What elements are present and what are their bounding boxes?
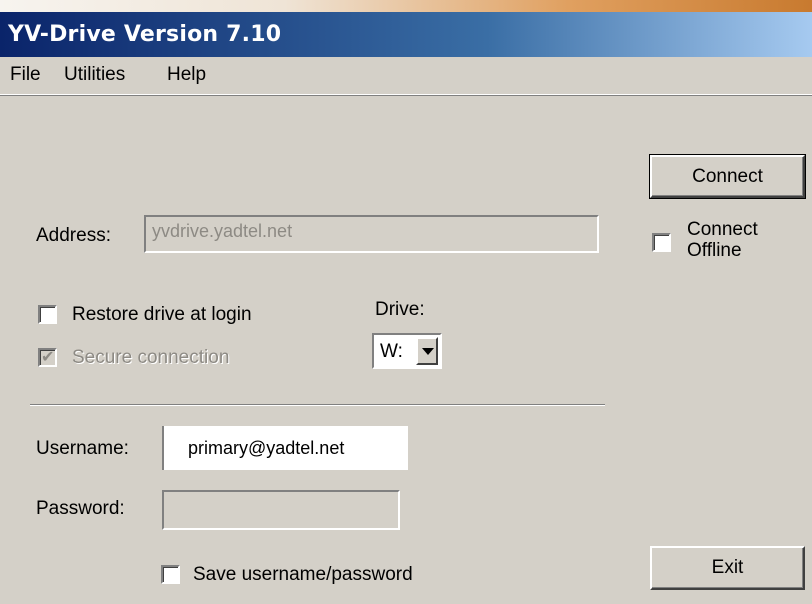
- secure-connection-label: Secure connection: [72, 347, 230, 368]
- username-field[interactable]: primary@yadtel.net: [162, 426, 408, 470]
- address-field[interactable]: yvdrive.yadtel.net: [144, 215, 599, 253]
- password-label: Password:: [36, 498, 125, 519]
- restore-drive-label: Restore drive at login: [72, 304, 252, 325]
- window-top-strip: [0, 0, 812, 12]
- exit-button[interactable]: Exit: [650, 546, 805, 590]
- save-credentials-checkbox[interactable]: [161, 565, 180, 584]
- menu-file[interactable]: File: [10, 64, 41, 86]
- save-credentials-label: Save username/password: [193, 564, 413, 585]
- drive-label: Drive:: [375, 299, 425, 320]
- secure-connection-checkbox[interactable]: ✔: [38, 347, 57, 367]
- menu-help[interactable]: Help: [167, 64, 206, 86]
- section-divider: [30, 404, 605, 406]
- drive-select[interactable]: W:: [372, 333, 442, 369]
- drive-dropdown-button[interactable]: [416, 337, 438, 365]
- chevron-down-icon: [422, 348, 434, 355]
- menu-bar: File Utilities Help: [0, 57, 812, 96]
- connect-offline-label-line1: Connect: [687, 219, 758, 240]
- password-field[interactable]: [162, 490, 400, 530]
- menu-separator: [0, 94, 812, 95]
- address-label: Address:: [36, 225, 111, 246]
- username-label: Username:: [36, 438, 129, 459]
- drive-select-value: W:: [380, 341, 403, 362]
- check-icon: ✔: [41, 347, 55, 366]
- connect-button[interactable]: Connect: [649, 154, 806, 199]
- title-bar[interactable]: YV-Drive Version 7.10: [0, 12, 812, 57]
- connect-offline-checkbox[interactable]: [652, 233, 671, 252]
- connect-offline-label-line2: Offline: [687, 240, 742, 261]
- restore-drive-checkbox[interactable]: [38, 305, 57, 324]
- window-title: YV-Drive Version 7.10: [8, 22, 282, 47]
- menu-utilities[interactable]: Utilities: [64, 64, 125, 86]
